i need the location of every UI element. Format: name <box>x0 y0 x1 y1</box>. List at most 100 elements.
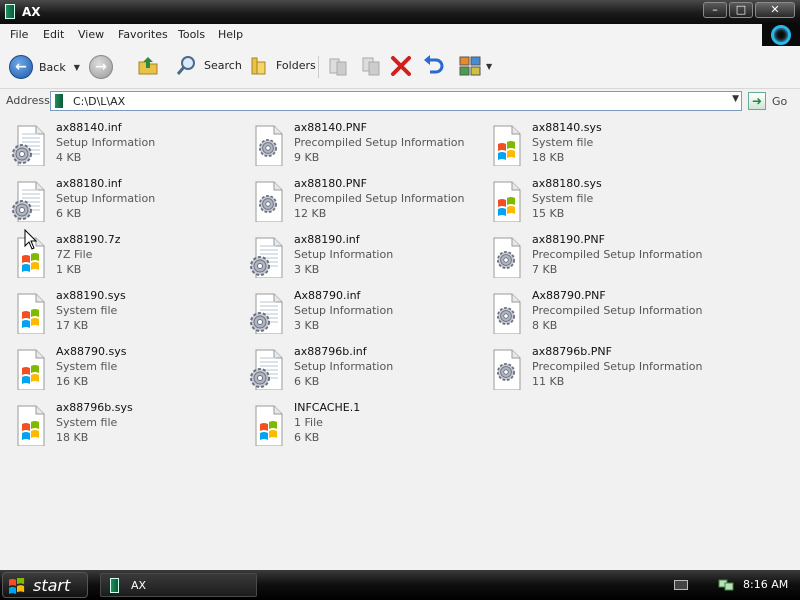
file-size: 4 KB <box>56 151 82 164</box>
go-arrow-icon[interactable]: ➜ <box>748 92 766 110</box>
taskbar-item-ax[interactable]: AX <box>100 573 257 597</box>
file-item[interactable]: ax88140.inf Setup Information 4 KB <box>4 118 234 170</box>
folders-icon <box>251 57 266 75</box>
up-folder-button[interactable] <box>137 54 159 76</box>
file-item[interactable]: ax88796b.sys System file 18 KB <box>4 398 234 450</box>
close-button[interactable]: ✕ <box>755 2 795 18</box>
folders-label: Folders <box>276 58 316 72</box>
folder-up-icon <box>138 57 158 75</box>
file-type: System file <box>56 416 118 429</box>
file-item[interactable]: INFCACHE.1 1 File 6 KB <box>242 398 472 450</box>
search-button[interactable]: Search <box>176 54 242 76</box>
network-icon[interactable] <box>718 578 734 592</box>
file-item[interactable]: ax88190.sys System file 17 KB <box>4 286 234 338</box>
file-item[interactable]: ax88796b.PNF Precompiled Setup Informatio… <box>480 342 710 394</box>
move-to-button[interactable] <box>327 55 349 77</box>
menu-file[interactable]: File <box>10 28 28 41</box>
setup-info-icon <box>12 181 45 222</box>
system-file-icon <box>17 293 45 334</box>
back-arrow-icon: ← <box>9 55 33 79</box>
clock: 8:16 AM <box>743 578 789 591</box>
system-file-icon <box>493 125 521 166</box>
file-name: ax88190.sys <box>56 289 126 302</box>
back-button[interactable]: ← Back ▼ <box>9 55 80 79</box>
file-type: Setup Information <box>294 248 394 261</box>
file-item[interactable]: ax88190.inf Setup Information 3 KB <box>242 230 472 282</box>
file-size: 6 KB <box>56 207 82 220</box>
file-name: ax88796b.PNF <box>532 345 612 358</box>
views-button[interactable]: ▼ <box>459 55 492 77</box>
file-item[interactable]: Ax88790.inf Setup Information 3 KB <box>242 286 472 338</box>
forward-button[interactable]: → <box>89 55 113 79</box>
menu-edit[interactable]: Edit <box>43 28 64 41</box>
start-label: start <box>33 576 71 595</box>
pnf-icon <box>255 125 283 166</box>
file-name: INFCACHE.1 <box>294 401 361 414</box>
file-type: Precompiled Setup Information <box>532 248 703 261</box>
copy-to-icon <box>362 57 380 76</box>
pnf-icon <box>493 349 521 390</box>
setup-info-icon <box>250 237 283 278</box>
file-item[interactable]: ax88140.PNF Precompiled Setup Information… <box>242 118 472 170</box>
delete-button[interactable] <box>390 55 412 77</box>
copy-to-button[interactable] <box>360 55 382 77</box>
folder-window-icon <box>5 4 15 19</box>
window-title: AX <box>22 5 41 19</box>
file-size: 18 KB <box>532 151 565 164</box>
file-type: System file <box>56 304 118 317</box>
taskbar: start AX 8:16 AM <box>0 570 800 600</box>
file-item[interactable]: ax88190.7z 7Z File 1 KB <box>4 230 234 282</box>
maximize-button[interactable]: □ <box>729 2 753 18</box>
file-item[interactable]: ax88180.inf Setup Information 6 KB <box>4 174 234 226</box>
back-label: Back <box>39 60 66 74</box>
file-item[interactable]: ax88796b.inf Setup Information 6 KB <box>242 342 472 394</box>
address-input[interactable]: C:\D\L\AX ▼ <box>50 91 742 111</box>
file-name: ax88180.PNF <box>294 177 367 190</box>
views-icon <box>459 56 481 76</box>
undo-icon <box>424 55 444 74</box>
file-name: Ax88790.PNF <box>532 289 606 302</box>
file-size: 8 KB <box>532 319 558 332</box>
address-bar: Address C:\D\L\AX ▼ ➜ Go <box>0 88 800 112</box>
file-name: Ax88790.sys <box>56 345 127 358</box>
start-button[interactable]: start <box>2 572 88 598</box>
file-item[interactable]: Ax88790.sys System file 16 KB <box>4 342 234 394</box>
minimize-button[interactable]: – <box>703 2 727 18</box>
file-item[interactable]: ax88190.PNF Precompiled Setup Information… <box>480 230 710 282</box>
folder-window-icon <box>110 578 119 593</box>
folders-button[interactable]: Folders <box>248 54 316 76</box>
file-type: Setup Information <box>294 360 394 373</box>
undo-button[interactable] <box>421 54 445 78</box>
address-dropdown-icon[interactable]: ▼ <box>732 94 739 104</box>
setup-info-icon <box>250 293 283 334</box>
back-dropdown-icon[interactable]: ▼ <box>74 63 80 72</box>
views-dropdown-icon[interactable]: ▼ <box>486 62 492 71</box>
file-size: 6 KB <box>294 431 320 444</box>
file-name: ax88140.PNF <box>294 121 367 134</box>
file-type: System file <box>56 360 118 373</box>
file-type: 7Z File <box>56 248 93 261</box>
file-size: 9 KB <box>294 151 320 164</box>
menu-view[interactable]: View <box>78 28 104 41</box>
file-item[interactable]: Ax88790.PNF Precompiled Setup Information… <box>480 286 710 338</box>
address-path: C:\D\L\AX <box>73 95 126 108</box>
file-type: System file <box>532 192 594 205</box>
file-type: Setup Information <box>56 136 156 149</box>
folder-icon <box>55 94 63 108</box>
search-label: Search <box>204 58 242 72</box>
mouse-cursor-icon <box>24 229 38 250</box>
keyboard-icon[interactable] <box>674 580 688 590</box>
file-type: Precompiled Setup Information <box>532 360 703 373</box>
file-name: Ax88790.inf <box>294 289 361 302</box>
go-button[interactable]: Go <box>772 95 787 108</box>
menu-help[interactable]: Help <box>218 28 243 41</box>
file-item[interactable]: ax88180.sys System file 15 KB <box>480 174 710 226</box>
toolbar-separator <box>318 56 319 78</box>
file-item[interactable]: ax88180.PNF Precompiled Setup Information… <box>242 174 472 226</box>
file-item[interactable]: ax88140.sys System file 18 KB <box>480 118 710 170</box>
menu-tools[interactable]: Tools <box>178 28 205 41</box>
file-name: ax88796b.sys <box>56 401 133 414</box>
menu-favorites[interactable]: Favorites <box>118 28 168 41</box>
file-size: 3 KB <box>294 319 320 332</box>
file-size: 15 KB <box>532 207 565 220</box>
